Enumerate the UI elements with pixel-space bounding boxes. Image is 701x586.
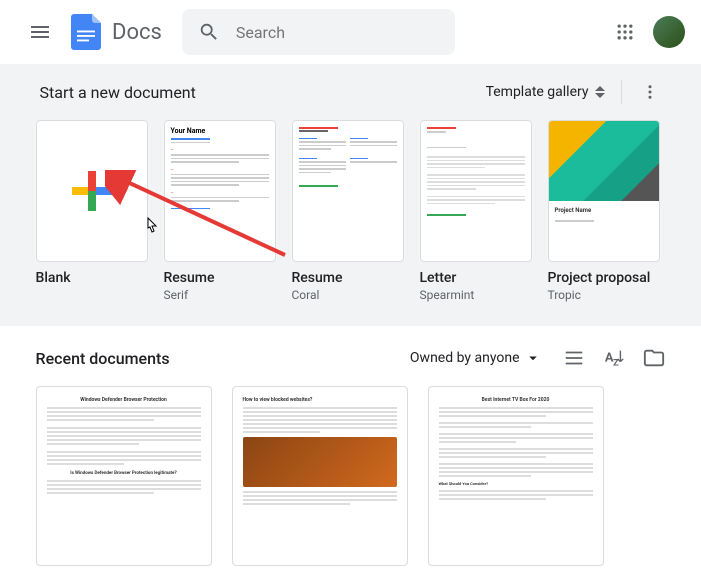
template-blank[interactable]: Blank	[36, 120, 148, 302]
template-name: Project proposal	[548, 270, 660, 286]
templates-title: Start a new document	[40, 83, 196, 102]
divider	[621, 80, 622, 104]
template-name: Blank	[36, 270, 148, 286]
template-letter-spearmint[interactable]: Letter Spearmint	[420, 120, 532, 302]
sort-button[interactable]: AZ	[602, 346, 626, 370]
search-input[interactable]	[236, 23, 439, 42]
template-sub: Coral	[292, 288, 404, 302]
list-view-button[interactable]	[562, 346, 586, 370]
docs-logo-icon	[68, 14, 104, 50]
caret-down-icon	[524, 349, 542, 367]
template-resume-coral[interactable]: Resume Coral	[292, 120, 404, 302]
account-avatar[interactable]	[653, 16, 685, 48]
recent-document[interactable]: How to view blocked websites?	[232, 386, 408, 566]
apps-button[interactable]	[605, 12, 645, 52]
templates-more-button[interactable]	[638, 80, 662, 104]
template-sub: Tropic	[548, 288, 660, 302]
template-gallery-button[interactable]: Template gallery	[486, 84, 605, 100]
recent-section: Recent documents Owned by anyone AZ	[0, 326, 701, 586]
template-name: Resume	[164, 270, 276, 286]
template-section: Start a new document Template gallery	[0, 64, 701, 326]
template-sub: Serif	[164, 288, 276, 302]
owner-filter-dropdown[interactable]: Owned by anyone	[410, 349, 542, 367]
unfold-icon	[595, 86, 605, 98]
sort-az-icon: AZ	[603, 347, 625, 369]
template-name: Resume	[292, 270, 404, 286]
hamburger-icon	[28, 20, 52, 44]
logo-area[interactable]: Docs	[68, 14, 162, 50]
template-project-proposal[interactable]: Project Name Project proposal Tropic	[548, 120, 660, 302]
recent-document[interactable]: Best Internet TV Box For 2020 What Shoul…	[428, 386, 604, 566]
search-bar[interactable]	[182, 9, 455, 55]
folder-button[interactable]	[642, 346, 666, 370]
template-name: Letter	[420, 270, 532, 286]
apps-grid-icon	[615, 22, 635, 42]
owner-filter-label: Owned by anyone	[410, 350, 520, 366]
search-icon	[198, 21, 220, 43]
template-gallery-label: Template gallery	[486, 84, 589, 100]
main-menu-button[interactable]	[16, 8, 64, 56]
folder-icon	[643, 347, 665, 369]
template-sub: Spearmint	[420, 288, 532, 302]
list-icon	[563, 347, 585, 369]
plus-multicolor-icon	[72, 171, 112, 211]
template-resume-serif[interactable]: Your Name — — — Resume Serif	[164, 120, 276, 302]
app-name: Docs	[112, 20, 162, 45]
header: Docs	[0, 0, 701, 64]
more-vert-icon	[641, 83, 659, 101]
recent-title: Recent documents	[36, 349, 170, 368]
recent-document[interactable]: Windows Defender Browser Protection Is W…	[36, 386, 212, 566]
